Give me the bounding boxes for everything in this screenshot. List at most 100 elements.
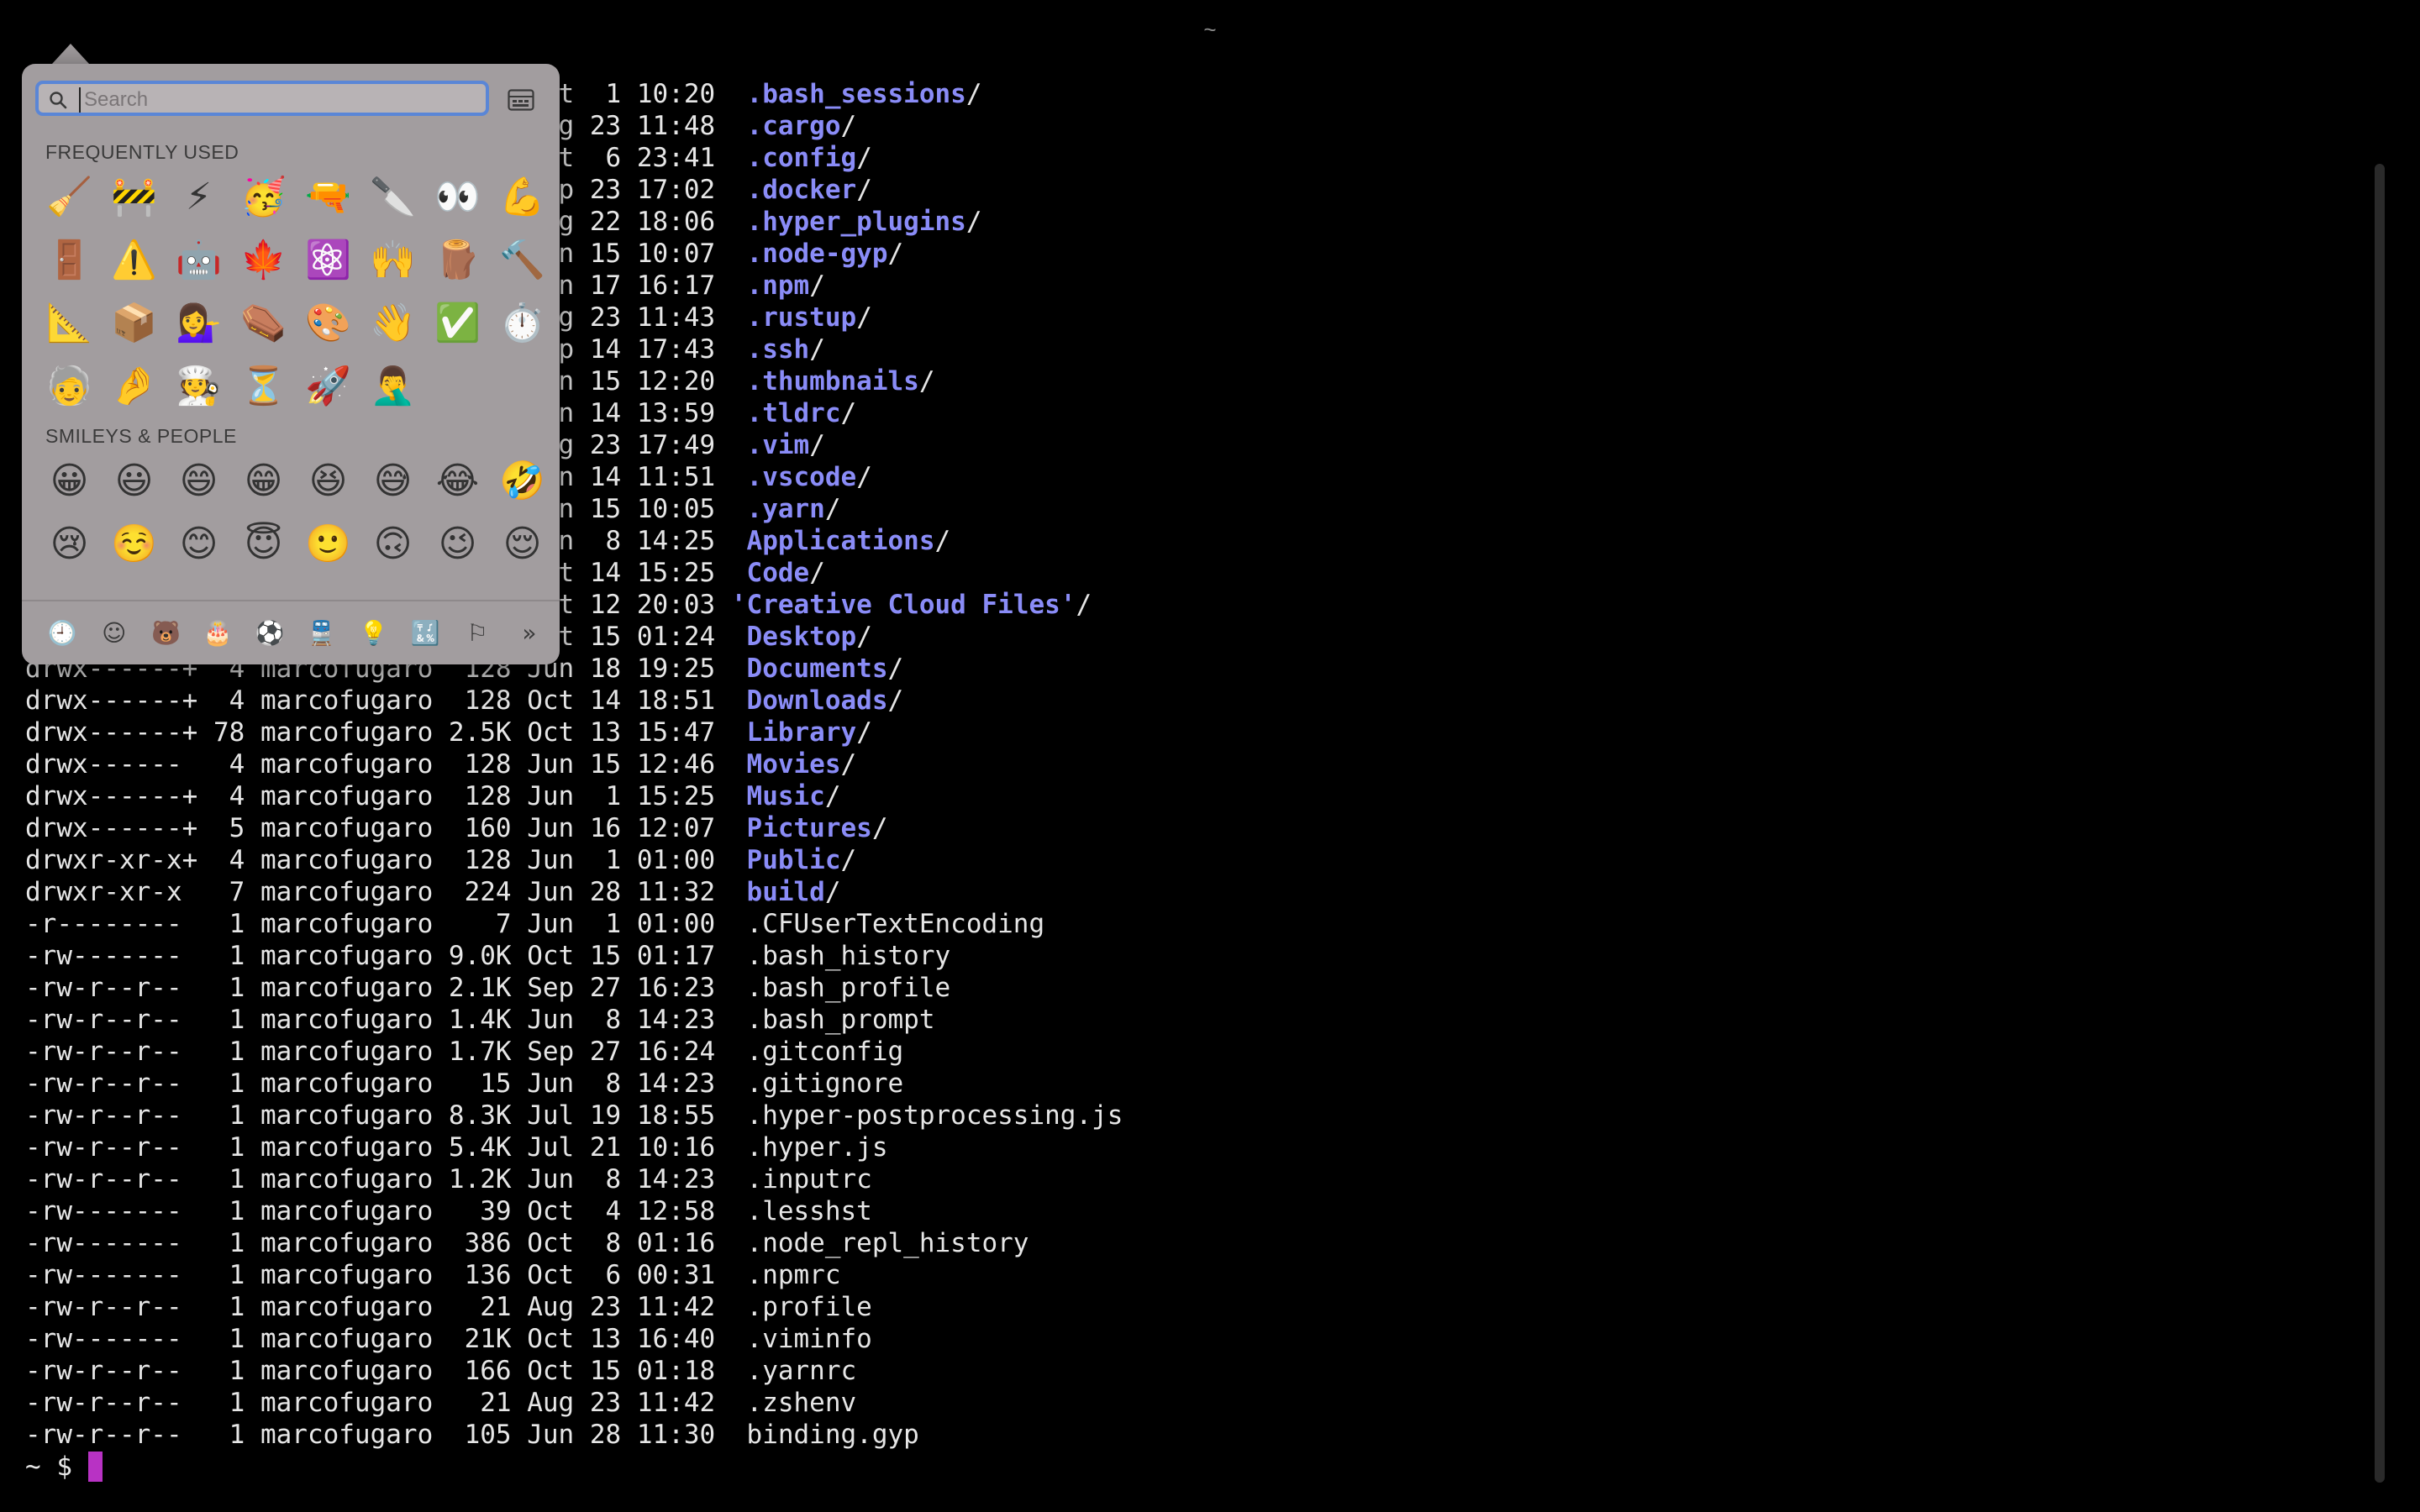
emoji-button[interactable]: 🙂 bbox=[296, 512, 360, 575]
emoji-button[interactable]: 👀 bbox=[425, 165, 490, 228]
emoji-button[interactable]: ⚠️ bbox=[102, 228, 166, 291]
emoji-button[interactable]: 🚀 bbox=[296, 354, 360, 417]
emoji-button[interactable]: 😅 bbox=[360, 449, 425, 512]
emoji-button[interactable]: 😢 bbox=[37, 512, 102, 575]
category-animals-nature-icon[interactable]: 🐻 bbox=[141, 619, 192, 647]
emoji-button[interactable]: 🙌 bbox=[360, 228, 425, 291]
line-text: / bbox=[840, 111, 857, 141]
emoji-button[interactable]: 🚧 bbox=[102, 165, 166, 228]
emoji-button[interactable]: ⏱️ bbox=[490, 291, 555, 354]
emoji-button[interactable]: 🔪 bbox=[360, 165, 425, 228]
terminal-scrollbar[interactable] bbox=[2375, 164, 2385, 1483]
emoji-button[interactable]: 🤣 bbox=[490, 449, 555, 512]
emoji-button[interactable]: ⏳ bbox=[231, 354, 296, 417]
category-symbols-icon[interactable]: 🔣 bbox=[400, 619, 450, 647]
terminal-line: -rw-r--r-- 1 marcofugaro 15 Jun 8 14:23 … bbox=[25, 1068, 1123, 1100]
directory-name: .yarn bbox=[746, 494, 825, 524]
emoji-button[interactable]: 👋 bbox=[360, 291, 425, 354]
emoji-button[interactable]: 😂 bbox=[425, 449, 490, 512]
emoji-button[interactable]: 😊 bbox=[166, 512, 231, 575]
emoji-button[interactable]: 😁 bbox=[231, 449, 296, 512]
character-viewer-icon[interactable] bbox=[508, 89, 534, 111]
line-text: drwxr-xr-x 7 marcofugaro 224 Jun 28 11:3… bbox=[25, 877, 747, 907]
directory-name: Music bbox=[746, 781, 825, 811]
emoji-button[interactable]: 😀 bbox=[37, 449, 102, 512]
emoji-button[interactable]: ⚰️ bbox=[231, 291, 296, 354]
emoji-button[interactable]: 🔨 bbox=[490, 228, 555, 291]
directory-name: Public bbox=[746, 845, 841, 875]
category-activity-icon[interactable]: ⚽ bbox=[245, 619, 295, 647]
emoji-button[interactable]: 🍁 bbox=[231, 228, 296, 291]
category-more-icon[interactable]: » bbox=[504, 619, 555, 647]
category-frequently-used-icon[interactable]: 🕘 bbox=[37, 619, 87, 647]
emoji-button[interactable]: ☺️ bbox=[102, 512, 166, 575]
emoji-button[interactable]: 🥳 bbox=[231, 165, 296, 228]
directory-name: .cargo bbox=[746, 111, 841, 141]
emoji-button[interactable]: 🧹 bbox=[37, 165, 102, 228]
terminal-line: -rw-r--r-- 1 marcofugaro 1.2K Jun 8 14:2… bbox=[25, 1163, 1123, 1195]
emoji-button[interactable]: ✅ bbox=[425, 291, 490, 354]
emoji-button[interactable]: 😇 bbox=[231, 512, 296, 575]
emoji-button[interactable]: 🔫 bbox=[296, 165, 360, 228]
search-field[interactable] bbox=[35, 81, 489, 116]
directory-name: Pictures bbox=[746, 813, 872, 843]
line-text: -rw-r--r-- 1 marcofugaro 166 Oct 15 01:1… bbox=[25, 1356, 857, 1386]
directory-name: .config bbox=[746, 143, 857, 173]
emoji-button[interactable]: 🤦‍♂️ bbox=[360, 354, 425, 417]
category-objects-icon[interactable]: 💡 bbox=[349, 619, 399, 647]
prompt: ~ $ bbox=[25, 1452, 88, 1482]
line-text: / bbox=[887, 654, 904, 684]
directory-name: .hyper_plugins bbox=[746, 207, 966, 237]
emoji-button[interactable]: 💪 bbox=[490, 165, 555, 228]
line-text: drwx------+ 5 marcofugaro 160 Jun 16 12:… bbox=[25, 813, 747, 843]
category-travel-places-icon[interactable]: 🚆 bbox=[297, 619, 347, 647]
emoji-button[interactable]: ⚛️ bbox=[296, 228, 360, 291]
directory-name: .vscode bbox=[746, 462, 857, 492]
line-text: -rw------- 1 marcofugaro 9.0K Oct 15 01:… bbox=[25, 941, 951, 971]
line-text: / bbox=[824, 494, 841, 524]
terminal-line: drwx------ 4 marcofugaro 128 Jun 15 12:4… bbox=[25, 748, 1123, 780]
emoji-button[interactable]: 🤌 bbox=[102, 354, 166, 417]
terminal-line: -rw-r--r-- 1 marcofugaro 1.4K Jun 8 14:2… bbox=[25, 1004, 1123, 1036]
emoji-button[interactable]: 💁‍♀️ bbox=[166, 291, 231, 354]
emoji-button[interactable]: 🪵 bbox=[425, 228, 490, 291]
emoji-button[interactable]: 😉 bbox=[425, 512, 490, 575]
emoji-button[interactable]: 🙃 bbox=[360, 512, 425, 575]
prompt-line[interactable]: ~ $ bbox=[25, 1451, 1123, 1483]
terminal-line: -rw------- 1 marcofugaro 136 Oct 6 00:31… bbox=[25, 1259, 1123, 1291]
terminal-line: -rw-r--r-- 1 marcofugaro 21 Aug 23 11:42… bbox=[25, 1291, 1123, 1323]
line-text: -rw------- 1 marcofugaro 136 Oct 6 00:31… bbox=[25, 1260, 841, 1290]
emoji-button[interactable]: 🧓 bbox=[37, 354, 102, 417]
line-text: / bbox=[809, 430, 825, 460]
emoji-button[interactable]: 🎨 bbox=[296, 291, 360, 354]
line-text: drwx------+ 4 marcofugaro 128 Oct 14 18:… bbox=[25, 685, 747, 716]
terminal-line: -rw-r--r-- 1 marcofugaro 166 Oct 15 01:1… bbox=[25, 1355, 1123, 1387]
category-flags-icon[interactable]: ⚐ bbox=[452, 619, 502, 647]
emoji-picker: FREQUENTLY USED 🧹🚧⚡🥳🔫🔪👀💪 🚪⚠️🤖🍁⚛️🙌🪵🔨 📐📦💁‍♀️… bbox=[22, 64, 560, 664]
line-text: -rw-r--r-- 1 marcofugaro 2.1K Sep 27 16:… bbox=[25, 973, 951, 1003]
line-text: / bbox=[856, 622, 872, 652]
line-text: / bbox=[856, 462, 872, 492]
category-food-drink-icon[interactable]: 🎂 bbox=[192, 619, 243, 647]
emoji-button[interactable]: 🧑‍🍳 bbox=[166, 354, 231, 417]
emoji-button[interactable]: 🚪 bbox=[37, 228, 102, 291]
emoji-button[interactable]: 🤖 bbox=[166, 228, 231, 291]
emoji-button[interactable]: 😄 bbox=[166, 449, 231, 512]
search-input[interactable] bbox=[79, 87, 481, 113]
line-text: / bbox=[965, 207, 982, 237]
emoji-button[interactable]: ⚡ bbox=[166, 165, 231, 228]
emoji-button[interactable]: 😌 bbox=[490, 512, 555, 575]
line-text: / bbox=[965, 79, 982, 109]
emoji-button[interactable]: 📦 bbox=[102, 291, 166, 354]
directory-name: .bash_sessions bbox=[746, 79, 966, 109]
emoji-button[interactable]: 📐 bbox=[37, 291, 102, 354]
terminal-line: -rw------- 1 marcofugaro 39 Oct 4 12:58 … bbox=[25, 1195, 1123, 1227]
emoji-button[interactable]: 😃 bbox=[102, 449, 166, 512]
directory-name: .ssh bbox=[746, 334, 810, 365]
category-smileys-people-icon[interactable]: ☺ bbox=[89, 619, 139, 647]
line-text: -rw-r--r-- 1 marcofugaro 1.2K Jun 8 14:2… bbox=[25, 1164, 872, 1194]
terminal-line: -rw------- 1 marcofugaro 386 Oct 8 01:16… bbox=[25, 1227, 1123, 1259]
terminal-line: drwx------+ 4 marcofugaro 128 Oct 14 18:… bbox=[25, 685, 1123, 717]
directory-name: Downloads bbox=[746, 685, 888, 716]
emoji-button[interactable]: 😆 bbox=[296, 449, 360, 512]
